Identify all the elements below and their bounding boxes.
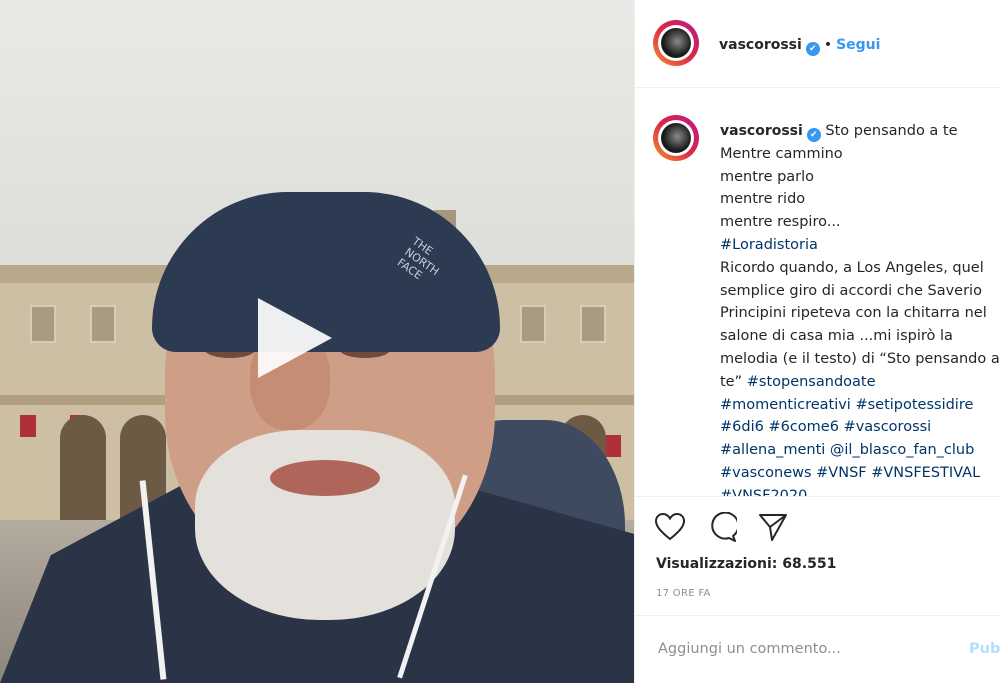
caption-line: Sto pensando a te <box>825 123 958 139</box>
comment-input[interactable] <box>656 640 950 658</box>
caption-line[interactable]: #momenticreativi #setipotessidire <box>720 397 973 413</box>
hashtag-link[interactable]: #stopensandoate <box>747 374 876 390</box>
follow-button[interactable]: Segui <box>836 37 880 53</box>
views-count[interactable]: Visualizzazioni: 68.551 <box>656 556 836 572</box>
caption-line: semplice giro di accordi che Saverio <box>720 282 982 299</box>
header-username[interactable]: vascorossi <box>719 37 802 53</box>
verified-icon: ✔ <box>805 42 820 56</box>
building-window <box>30 305 56 343</box>
post-timestamp[interactable]: 17 ORE FA <box>656 588 711 599</box>
building-window <box>580 305 606 343</box>
post-video[interactable]: THE NORTH FACE <box>0 0 634 683</box>
publish-button[interactable]: Pubblica <box>969 641 1000 657</box>
avatar-inner <box>658 25 694 61</box>
building-arch <box>60 415 106 525</box>
building-window <box>90 305 116 343</box>
post-actions: Visualizzazioni: 68.551 17 ORE FA <box>635 496 1000 617</box>
caption-line: mentre respiro... <box>720 214 841 231</box>
person-mouth <box>270 460 380 496</box>
person-beard <box>195 430 455 620</box>
avatar-inner <box>658 120 694 156</box>
caption-line[interactable]: #vasconews #VNSF #VNSFESTIVAL <box>720 465 980 481</box>
caption-line: Mentre cammino <box>720 145 843 162</box>
caption-line: mentre parlo <box>720 168 815 185</box>
caption-line[interactable]: #Loradistoria <box>720 237 818 253</box>
building-red-window <box>605 435 621 457</box>
header-user-line: vascorossi ✔ • Segui <box>719 34 880 56</box>
separator-dot: • <box>823 37 833 53</box>
share-icon[interactable] <box>757 512 789 542</box>
caption-line[interactable]: #6di6 #6come6 #vascorossi <box>720 419 931 435</box>
caption-line[interactable]: #allena_menti @il_blasco_fan_club <box>720 442 974 458</box>
caption-text: vascorossi ✔ Sto pensando a te Mentre cam… <box>720 120 1000 496</box>
caption-line: salone di casa mia ...mi ispirò la <box>720 328 953 345</box>
caption-line: te” #stopensandoate <box>720 373 876 390</box>
building-red-window <box>20 415 36 437</box>
caption-avatar[interactable] <box>653 115 699 161</box>
caption-body: Sto pensando a te Mentre cammino mentre … <box>720 123 1000 496</box>
verified-icon: ✔ <box>806 128 821 142</box>
caption-line: Principini ripeteva con la chitarra nel <box>720 305 987 322</box>
caption-line: Ricordo quando, a Los Angeles, quel <box>720 259 984 276</box>
avatar-image <box>661 123 691 153</box>
building-window <box>520 305 546 343</box>
play-icon[interactable] <box>258 298 332 378</box>
post-side-panel: vascorossi ✔ • Segui vascorossi ✔ Sto pensan… <box>634 0 1000 683</box>
caption-line[interactable]: #VNSF2020 <box>720 488 807 496</box>
avatar[interactable] <box>653 20 699 66</box>
caption-line: mentre rido <box>720 191 806 208</box>
post-header: vascorossi ✔ • Segui <box>635 0 1000 88</box>
avatar-image <box>661 28 691 58</box>
caption-area: vascorossi ✔ Sto pensando a te Mentre cam… <box>635 88 1000 496</box>
comment-bar: Pubblica <box>635 615 1000 684</box>
caption-username[interactable]: vascorossi <box>720 123 803 139</box>
caption-line: melodia (e il testo) di “Sto pensando a <box>720 350 1000 367</box>
comment-icon[interactable] <box>705 512 737 542</box>
heart-icon[interactable] <box>654 512 686 542</box>
